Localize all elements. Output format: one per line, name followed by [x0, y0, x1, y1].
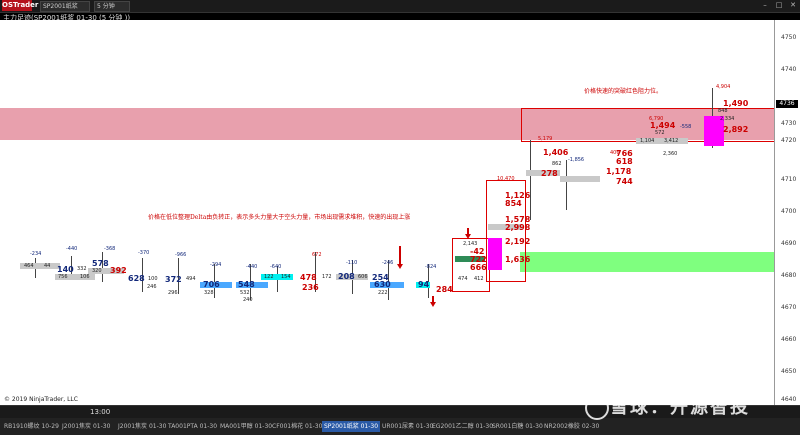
- tick-label: 4700: [781, 208, 797, 215]
- tick-label: 4650: [781, 368, 797, 375]
- tab-ur001[interactable]: UR001尿素 01-30: [380, 421, 435, 432]
- tick-label: 4670: [781, 304, 797, 311]
- price-axis[interactable]: 4750 4740 4730 4720 4710 4700 4690 4680 …: [774, 20, 800, 405]
- tick-label: 4750: [781, 34, 797, 41]
- tab-nr2002[interactable]: NR2002橡胶 02-30: [542, 421, 601, 432]
- arrow-down: [399, 246, 401, 266]
- watermark-text: 雪球：开源智投: [610, 397, 750, 418]
- tab-cf001[interactable]: CF001棉花 01-30: [270, 421, 324, 432]
- time-label: 13:00: [90, 408, 111, 416]
- close-icon[interactable]: ✕: [788, 1, 798, 10]
- chart-plot-area[interactable]: -234 464 44 -440 140 332 756 106 -368 57…: [0, 20, 775, 405]
- tab-j2001-b[interactable]: J2001焦炭 01-30: [116, 421, 168, 432]
- tick-label: 4690: [781, 240, 797, 247]
- tab-ma001[interactable]: MA001甲醇 01-30: [218, 421, 274, 432]
- support-zone: [520, 252, 774, 272]
- tick-label: 4730: [781, 120, 797, 127]
- app-logo: OSTrader: [2, 0, 39, 11]
- top-annotation: 价格快速的突破红色阻力位。: [584, 88, 663, 95]
- tab-eg2001[interactable]: EG2001乙二醇 01-30: [430, 421, 495, 432]
- tab-sp2001[interactable]: SP2001纸浆 01-30: [322, 421, 381, 432]
- tab-sr001[interactable]: SR001白糖 01-30: [490, 421, 545, 432]
- watermark-logo-icon: [585, 396, 609, 420]
- period-dropdown[interactable]: 5 分钟: [94, 1, 130, 12]
- tick-label: 4680: [781, 272, 797, 279]
- mid-annotation: 价格在低位整理Delta由负转正，表示多头力量大于空头力量，市场出现需求堆积，快…: [148, 214, 411, 221]
- tab-rb1910[interactable]: RB1910螺纹 10-29: [2, 421, 61, 432]
- instrument-tabs: RB1910螺纹 10-29 J2001焦炭 01-30 J2001焦炭 01-…: [0, 418, 800, 435]
- copyright-text: © 2019 NinjaTrader, LLC: [4, 396, 78, 403]
- tab-ta001[interactable]: TA001PTA 01-30: [166, 421, 219, 432]
- maximize-icon[interactable]: □: [774, 1, 784, 10]
- instrument-dropdown[interactable]: SP2001纸浆: [40, 1, 90, 12]
- current-price-tag: 4736: [776, 100, 798, 108]
- tick-label: 4660: [781, 336, 797, 343]
- tick-label: 4740: [781, 66, 797, 73]
- tab-j2001[interactable]: J2001焦炭 01-30: [60, 421, 112, 432]
- tick-label: 4710: [781, 176, 797, 183]
- tick-label: 4640: [781, 396, 797, 403]
- minimize-icon[interactable]: –: [760, 1, 770, 10]
- title-bar: OSTrader SP2001纸浆 5 分钟 – □ ✕: [0, 0, 800, 13]
- tick-label: 4720: [781, 137, 797, 144]
